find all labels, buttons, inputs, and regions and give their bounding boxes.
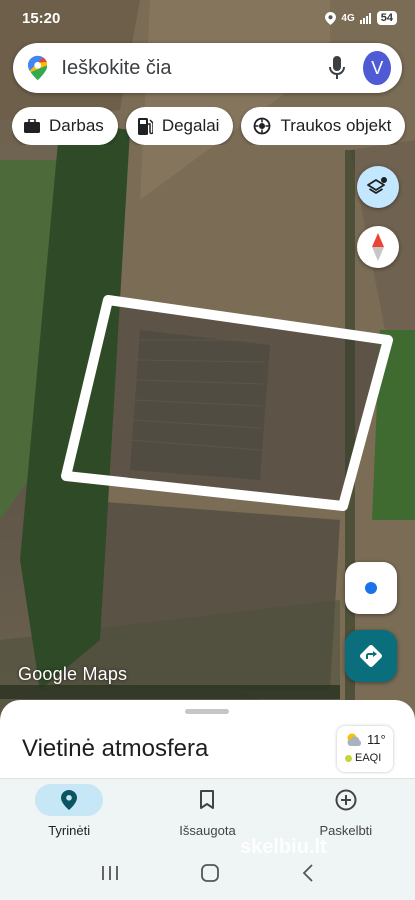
fuel-icon: [137, 117, 153, 135]
chip-degalai[interactable]: Degalai: [125, 107, 234, 145]
directions-icon: [360, 645, 382, 667]
camera-attraction-icon: [254, 117, 271, 135]
weather-widget[interactable]: 11° EAQI: [337, 726, 393, 772]
bookmark-icon: [200, 790, 215, 809]
layers-icon: [367, 177, 387, 194]
status-icons: 4G 54: [325, 11, 397, 25]
weather-temperature: 11°: [367, 732, 386, 747]
add-circle-icon: [335, 789, 357, 811]
voice-search-button[interactable]: [326, 53, 347, 83]
air-quality-dot: [345, 754, 352, 762]
tab-icon-wrap: [173, 784, 241, 816]
search-bar[interactable]: V: [13, 43, 402, 93]
google-maps-logo-icon: [28, 55, 48, 81]
air-quality-label: EAQI: [355, 752, 382, 764]
map-watermark: Google Maps: [18, 664, 128, 684]
compass-button[interactable]: [357, 226, 399, 268]
chip-label: Degalai: [161, 116, 220, 135]
category-chips: Darbas Degalai Traukos objekt: [12, 107, 415, 145]
status-bar: 15:20 4G 54: [0, 0, 415, 36]
sheet-drag-handle[interactable]: [185, 709, 229, 714]
tab-label: Tyrinėti: [48, 823, 91, 838]
chip-label: Darbas: [49, 116, 104, 135]
status-time: 15:20: [22, 9, 61, 27]
bottom-navigation: Tyrinėti Išsaugota Paskelbti: [0, 778, 415, 846]
recent-apps-icon[interactable]: [100, 865, 120, 881]
microphone-icon: [328, 56, 345, 79]
my-location-button[interactable]: [345, 562, 397, 614]
chip-label: Traukos objekt: [280, 116, 392, 135]
location-icon: [325, 11, 337, 25]
tab-icon-wrap: [35, 784, 104, 816]
explore-pin-icon: [61, 790, 78, 810]
home-icon[interactable]: [200, 863, 220, 883]
tab-icon-wrap: [312, 784, 380, 816]
signal-icon: [359, 12, 372, 24]
directions-button[interactable]: [345, 630, 397, 682]
back-icon[interactable]: [301, 864, 315, 882]
layers-button[interactable]: [357, 166, 399, 208]
site-watermark: skelbiu.lt: [240, 836, 327, 858]
tab-label: Paskelbti: [319, 823, 373, 838]
network-label: 4G: [341, 12, 355, 24]
tab-tyrineti[interactable]: Tyrinėti: [0, 779, 138, 846]
search-input[interactable]: [61, 56, 327, 80]
my-location-icon: [365, 582, 377, 594]
compass-icon: [372, 233, 384, 261]
chip-darbas[interactable]: Darbas: [12, 107, 118, 145]
chip-traukos-objektai[interactable]: Traukos objekt: [241, 107, 406, 145]
account-avatar[interactable]: V: [363, 51, 391, 85]
tab-label: Išsaugota: [179, 823, 236, 838]
partly-cloudy-icon: [347, 733, 362, 746]
system-navigation-bar: [0, 846, 415, 900]
briefcase-icon: [24, 119, 40, 133]
sheet-title: Vietinė atmosfera: [22, 735, 209, 762]
battery-indicator: 54: [376, 11, 397, 25]
